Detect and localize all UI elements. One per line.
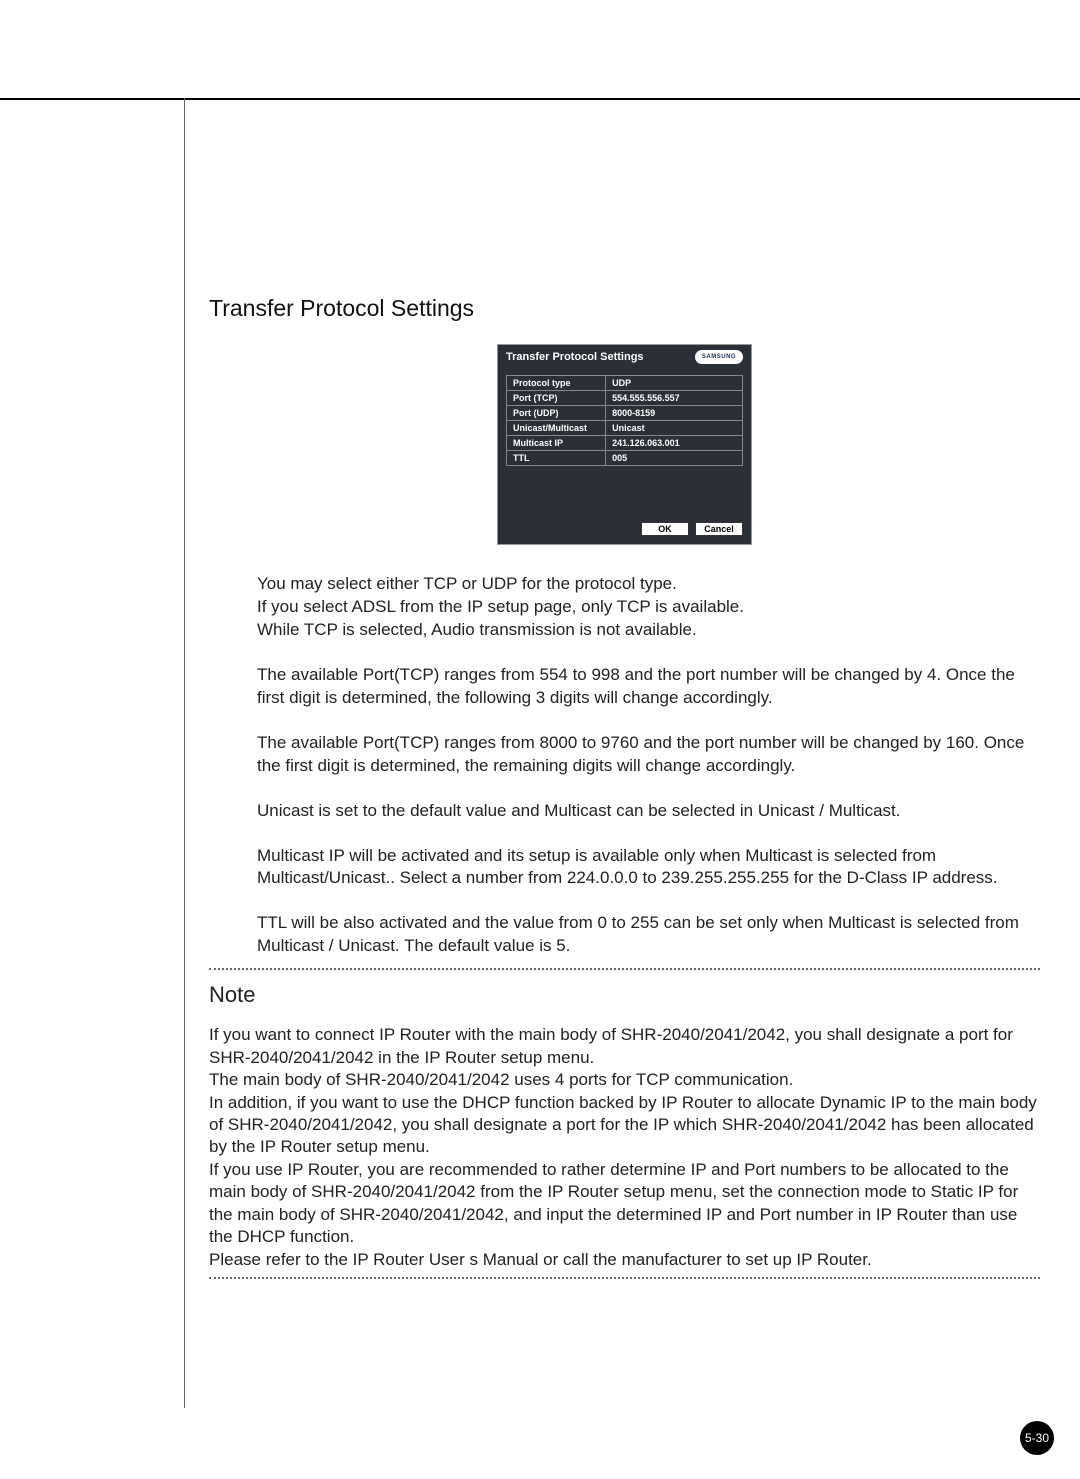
note-text: If you want to connect IP Router with th… <box>209 1024 1040 1271</box>
paragraph: Unicast is set to the default value and … <box>257 800 1028 823</box>
row-label: Multicast IP <box>507 436 606 451</box>
page-number-badge: 5-30 <box>1020 1421 1054 1455</box>
settings-table: Protocol type UDP Port (TCP) 554.555.556… <box>506 375 743 466</box>
table-row: Protocol type UDP <box>507 376 743 391</box>
table-row: Port (TCP) 554.555.556.557 <box>507 391 743 406</box>
row-label: Unicast/Multicast <box>507 421 606 436</box>
cancel-button[interactable]: Cancel <box>695 522 743 536</box>
body-text: You may select either TCP or UDP for the… <box>257 573 1028 958</box>
ok-button[interactable]: OK <box>641 522 689 536</box>
row-label: Port (UDP) <box>507 406 606 421</box>
samsung-logo: SAMSUNG <box>695 350 743 364</box>
paragraph: The available Port(TCP) ranges from 8000… <box>257 732 1028 778</box>
page-content: Transfer Protocol Settings Transfer Prot… <box>209 295 1040 1291</box>
page-number: 5-30 <box>1025 1431 1049 1445</box>
dotted-divider <box>209 1277 1040 1279</box>
paragraph: The available Port(TCP) ranges from 554 … <box>257 664 1028 710</box>
table-row: Multicast IP 241.126.063.001 <box>507 436 743 451</box>
left-vertical-rule <box>184 98 185 1408</box>
dialog-header: Transfer Protocol Settings SAMSUNG <box>498 345 751 371</box>
dotted-divider <box>209 968 1040 970</box>
row-label: Protocol type <box>507 376 606 391</box>
row-value[interactable]: 005 <box>606 451 743 466</box>
top-horizontal-rule <box>0 98 1080 100</box>
row-value[interactable]: 8000-8159 <box>606 406 743 421</box>
paragraph: TTL will be also activated and the value… <box>257 912 1028 958</box>
row-value[interactable]: 241.126.063.001 <box>606 436 743 451</box>
table-row: TTL 005 <box>507 451 743 466</box>
paragraph: Multicast IP will be activated and its s… <box>257 845 1028 891</box>
transfer-protocol-dialog: Transfer Protocol Settings SAMSUNG Proto… <box>497 344 752 545</box>
table-row: Unicast/Multicast Unicast <box>507 421 743 436</box>
dialog-footer: OK Cancel <box>498 474 751 544</box>
section-title: Transfer Protocol Settings <box>209 295 1040 322</box>
dialog-body: Protocol type UDP Port (TCP) 554.555.556… <box>498 371 751 474</box>
row-label: TTL <box>507 451 606 466</box>
row-value[interactable]: UDP <box>606 376 743 391</box>
table-row: Port (UDP) 8000-8159 <box>507 406 743 421</box>
row-label: Port (TCP) <box>507 391 606 406</box>
dialog-title: Transfer Protocol Settings <box>506 351 644 363</box>
note-heading: Note <box>209 982 1040 1008</box>
row-value[interactable]: Unicast <box>606 421 743 436</box>
paragraph: You may select either TCP or UDP for the… <box>257 573 1028 642</box>
row-value[interactable]: 554.555.556.557 <box>606 391 743 406</box>
